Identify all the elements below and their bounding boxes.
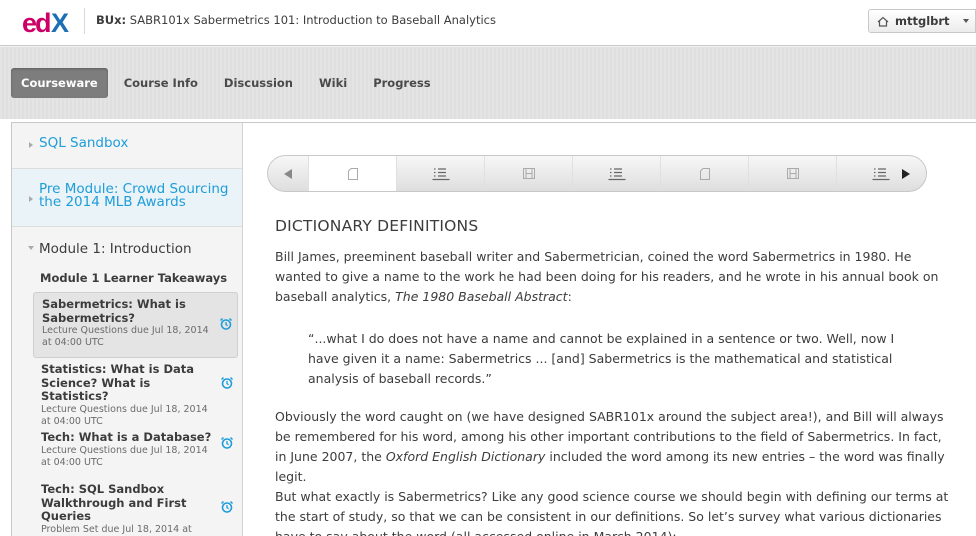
paragraph-text: : [567,289,572,304]
sequence-due-date: Lecture Questions due Jul 18, 2014 at 04… [41,403,208,427]
svg-text:ed: ed [22,8,50,36]
unit-tab-video[interactable] [748,156,836,191]
logo-divider [84,8,85,34]
paragraph-legacy: Obviously the word caught on (we have de… [275,407,955,487]
alarm-clock-icon [219,317,233,330]
tab-courseware[interactable]: Courseware [11,68,108,98]
chapter-sql-sandbox[interactable]: SQL Sandbox [12,123,242,169]
tab-progress[interactable]: Progress [363,68,440,98]
course-name: SABR101x Sabermetrics 101: Introduction … [129,13,496,27]
list-icon [432,167,449,180]
chapter-module-1[interactable]: Module 1: Introduction [12,227,242,265]
sequence-title: Tech: What is a Database? [41,430,212,444]
sequence-due-date: Problem Set due Jul 18, 2014 at 04:00 UT… [41,523,192,536]
unit-tab-page[interactable] [660,156,748,191]
user-menu-button[interactable]: mttglbrt [868,9,958,33]
course-code: BUx: [96,13,127,27]
sequence-due-date: Lecture Questions due Jul 18, 2014 at 04… [41,444,208,468]
triangle-left-icon [284,168,292,179]
caret-down-icon [963,19,969,23]
video-icon [786,168,799,179]
tab-course-info[interactable]: Course Info [114,68,208,98]
unit-tab-list[interactable] [572,156,660,191]
next-unit-button[interactable] [886,156,926,191]
page-icon [699,167,710,180]
unit-tab-page[interactable] [308,156,396,191]
course-nav-band: Courseware Course Info Discussion Wiki P… [0,47,976,119]
unit-tab-list[interactable] [396,156,484,191]
sequence-title: Tech: SQL Sandbox Walkthrough and First … [41,482,187,523]
sequence-learner-takeaways[interactable]: Module 1 Learner Takeaways [12,265,242,292]
chapter-label: SQL Sandbox [39,135,129,151]
list-icon [608,167,625,180]
video-icon [522,168,535,179]
unit-tab-video[interactable] [484,156,572,191]
chapter-pre-module[interactable]: Pre Module: Crowd Sourcing the 2014 MLB … [12,169,242,227]
paragraph-definition: But what exactly is Sabermetrics? Like a… [275,489,949,536]
alarm-clock-icon [220,500,234,513]
book-title: The 1980 Baseball Abstract [395,289,568,304]
svg-text:X: X [51,8,69,36]
sequence-data-science[interactable]: Statistics: What is Data Science? What i… [33,358,238,427]
section-heading: DICTIONARY DEFINITIONS [275,217,479,235]
sequence-title: Sabermetrics: What is Sabermetrics? [42,297,186,325]
username: mttglbrt [895,14,950,28]
course-title: BUx: SABR101x Sabermetrics 101: Introduc… [96,13,496,27]
sequence-database[interactable]: Tech: What is a Database? Lecture Questi… [33,426,238,478]
tab-discussion[interactable]: Discussion [214,68,303,98]
sequence-navigation [267,155,927,192]
paragraph-intro: Bill James, preeminent baseball writer a… [275,247,955,307]
home-icon [877,16,889,27]
course-frame: SQL Sandbox Pre Module: Crowd Sourcing t… [11,122,976,536]
sequence-sql-walkthrough[interactable]: Tech: SQL Sandbox Walkthrough and First … [33,478,238,536]
paragraph-text: Bill James, preeminent baseball writer a… [275,249,939,304]
chapter-label: Module 1: Introduction [39,241,192,257]
chevron-down-icon [28,246,34,250]
triangle-right-icon [902,168,910,179]
user-dropdown-toggle[interactable] [957,9,976,33]
dictionary-title: Oxford English Dictionary [385,449,546,464]
block-quote: “...what I do does not have a name and c… [308,331,895,386]
sequence-title: Statistics: What is Data Science? What i… [41,362,195,403]
previous-unit-button[interactable] [268,156,308,191]
top-header: ed X BUx: SABR101x Sabermetrics 101: Int… [0,0,976,46]
chevron-right-icon [29,196,33,202]
course-tabs: Courseware Course Info Discussion Wiki P… [11,68,447,98]
page-icon [347,167,358,180]
sequence-sabermetrics[interactable]: Sabermetrics: What is Sabermetrics? Lect… [33,292,238,358]
alarm-clock-icon [220,436,234,449]
chapter-label: Pre Module: Crowd Sourcing the 2014 MLB … [39,181,229,210]
sequence-due-date: Lecture Questions due Jul 18, 2014 at 04… [42,325,209,348]
alarm-clock-icon [220,376,234,389]
edx-logo[interactable]: ed X [22,8,74,36]
course-content: DICTIONARY DEFINITIONS Bill James, preem… [244,123,976,536]
courseware-sidebar: SQL Sandbox Pre Module: Crowd Sourcing t… [12,123,243,536]
tab-wiki[interactable]: Wiki [309,68,357,98]
chevron-right-icon [29,142,33,148]
